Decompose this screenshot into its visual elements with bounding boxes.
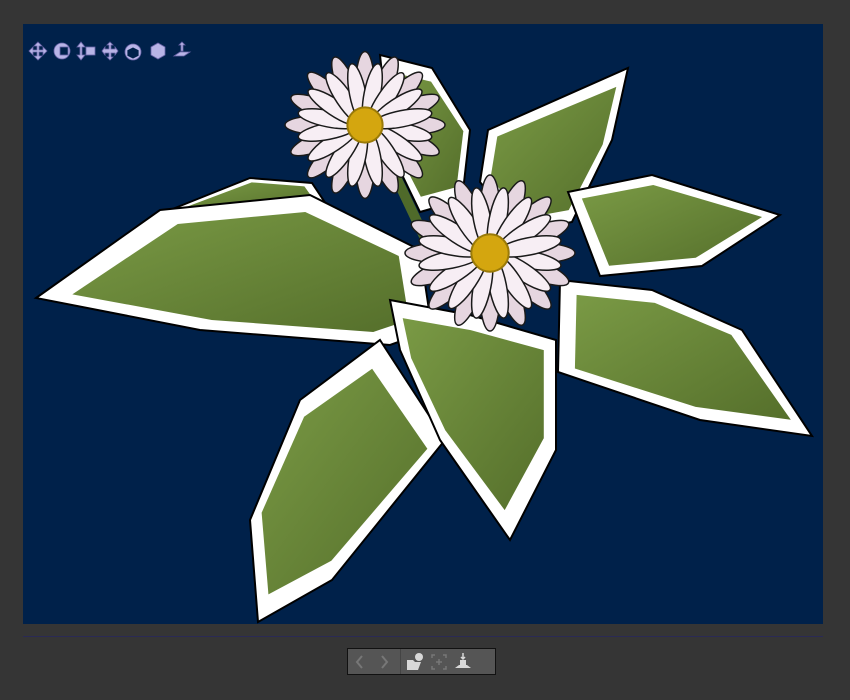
toolbar-separator	[400, 649, 401, 674]
open-model-button[interactable]	[403, 649, 427, 674]
ground-plane-icon[interactable]	[170, 40, 193, 62]
orbit-icon[interactable]	[50, 40, 73, 62]
frame-fit-icon	[431, 653, 447, 670]
chevron-right-button[interactable]	[372, 649, 396, 674]
navigation-toolbar	[26, 40, 193, 62]
pan-icon[interactable]	[26, 40, 49, 62]
flower-center	[404, 174, 576, 332]
bottom-toolbar	[347, 648, 496, 675]
zoom-icon[interactable]	[74, 40, 97, 62]
divider	[23, 636, 823, 637]
flower-center	[346, 106, 384, 144]
object-icon[interactable]	[146, 40, 169, 62]
plant-model[interactable]	[23, 24, 823, 624]
frame-fit-button[interactable]	[427, 649, 451, 674]
rotate-object-icon[interactable]	[122, 40, 145, 62]
chevron-left-icon	[355, 654, 363, 669]
3d-viewport[interactable]	[23, 24, 823, 624]
move-icon[interactable]	[98, 40, 121, 62]
chevron-left-button[interactable]	[348, 649, 372, 674]
flower-top	[284, 50, 446, 200]
open-model-icon	[407, 652, 423, 670]
place-on-ground-icon	[455, 652, 471, 668]
leaf-surface	[581, 184, 763, 266]
chevron-right-icon	[381, 654, 389, 669]
flower-center	[470, 233, 510, 273]
place-on-ground-button[interactable]	[451, 649, 475, 674]
